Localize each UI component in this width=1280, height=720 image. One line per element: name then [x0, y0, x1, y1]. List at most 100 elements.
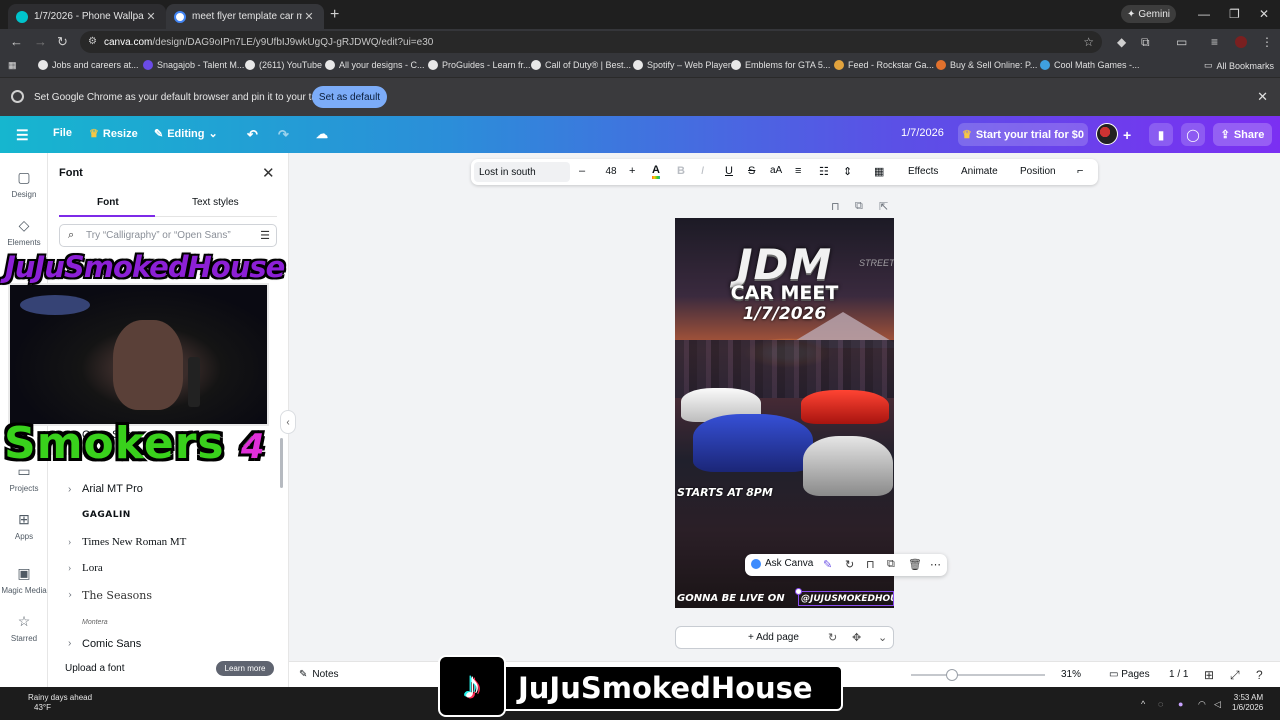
new-tab-icon[interactable]: +: [330, 6, 339, 24]
cloud-save-icon[interactable]: ☁: [316, 127, 328, 141]
ask-canva-button[interactable]: Ask Canva: [751, 558, 813, 569]
trash-icon[interactable]: 🗑: [908, 558, 922, 571]
share-button[interactable]: ⇪ Share: [1213, 123, 1272, 146]
upload-font-link[interactable]: Upload a font: [65, 663, 125, 674]
minimize-icon[interactable]: —: [1198, 7, 1210, 21]
bookmark-item[interactable]: Snagajob - Talent M...: [143, 60, 244, 70]
chevron-down-icon[interactable]: ⌄: [878, 631, 887, 644]
file-menu[interactable]: File: [53, 127, 72, 139]
filter-icon[interactable]: ☰: [260, 229, 270, 242]
close-infobar-icon[interactable]: ✕: [1257, 89, 1268, 105]
refresh-page-icon[interactable]: ↻: [828, 631, 837, 644]
increase-size-icon[interactable]: +: [629, 165, 635, 177]
font-item[interactable]: › Times New Roman MT: [68, 532, 186, 552]
panel-scrollbar[interactable]: [279, 253, 284, 648]
address-bar[interactable]: ⚙ canva.com/design/DAG9oIPn7LE/y9UfbIJ9w…: [80, 31, 1102, 53]
cast-icon[interactable]: ▭: [1176, 35, 1187, 49]
poster-subtitle[interactable]: CAR MEET: [675, 282, 894, 304]
back-icon[interactable]: ←: [10, 34, 23, 49]
tab-font[interactable]: Font: [97, 197, 119, 208]
start-trial-button[interactable]: ♛ Start your trial for $0: [958, 123, 1088, 146]
lock-page-icon[interactable]: ⊓: [831, 200, 840, 213]
zoom-slider[interactable]: [911, 674, 1045, 676]
font-size-input[interactable]: 48: [601, 166, 621, 177]
rail-apps[interactable]: ⊞ Apps: [0, 511, 48, 541]
magic-edit-icon[interactable]: ✎: [823, 558, 832, 571]
rail-design[interactable]: ▢ Design: [0, 169, 48, 199]
notes-button[interactable]: ✎ Notes: [299, 669, 339, 680]
network-icon[interactable]: ◌: [1158, 699, 1163, 709]
bookmark-item[interactable]: All your designs - C...: [325, 60, 425, 70]
all-bookmarks[interactable]: ▭ All Bookmarks: [1204, 60, 1274, 71]
text-color-icon[interactable]: A: [652, 165, 660, 179]
transparency-icon[interactable]: ▦: [874, 165, 884, 178]
zoom-level[interactable]: 31%: [1061, 669, 1081, 680]
font-family-dropdown[interactable]: Lost in south: [474, 162, 570, 182]
insights-chart-icon[interactable]: ▮: [1149, 123, 1173, 146]
gemini-button[interactable]: ✦ Gemini: [1121, 5, 1176, 23]
document-title[interactable]: 1/7/2026: [901, 127, 944, 139]
bookmark-item[interactable]: Feed - Rockstar Ga...: [834, 60, 934, 70]
effects-button[interactable]: Effects: [908, 166, 938, 177]
font-item[interactable]: › Comic Sans: [68, 638, 141, 650]
poster-start-time[interactable]: STARTS AT 8PM: [677, 486, 773, 499]
bookmark-item[interactable]: Buy & Sell Online: P...: [936, 60, 1037, 70]
font-item[interactable]: › The Seasons: [68, 585, 152, 605]
lock-icon[interactable]: ⊓: [866, 558, 875, 571]
rail-starred[interactable]: ☆ Starred: [0, 613, 48, 643]
bookmark-item[interactable]: Cool Math Games -...: [1040, 60, 1140, 70]
animate-button[interactable]: Animate: [961, 166, 998, 177]
close-panel-icon[interactable]: ✕: [262, 164, 275, 182]
spacing-icon[interactable]: ⇕: [843, 165, 852, 178]
scrollbar-thumb[interactable]: [280, 438, 283, 488]
bold-icon[interactable]: B: [677, 165, 685, 177]
rail-magic-media[interactable]: ▣ Magic Media: [0, 565, 48, 595]
redo-icon[interactable]: ↷: [278, 127, 289, 143]
user-avatar[interactable]: [1096, 123, 1118, 145]
comments-icon[interactable]: ◯: [1181, 123, 1205, 146]
font-item[interactable]: Montera: [68, 612, 108, 632]
close-tab-icon[interactable]: ✕: [144, 10, 158, 23]
resize-button[interactable]: ♛ Resize: [89, 127, 138, 141]
font-item[interactable]: › Arial MT Pro: [68, 479, 143, 499]
poster-live-text[interactable]: GONNA BE LIVE ON: [677, 593, 785, 604]
font-item[interactable]: GAGALIN: [68, 505, 131, 525]
design-canvas[interactable]: JDM STREET CAR MEET 1/7/2026 STARTS AT 8…: [675, 218, 894, 608]
italic-icon[interactable]: I: [701, 165, 704, 177]
selection-handle[interactable]: [795, 588, 802, 595]
close-window-icon[interactable]: ✕: [1259, 7, 1269, 21]
extension-diamond-icon[interactable]: ◆: [1117, 35, 1126, 49]
reload-icon[interactable]: ↻: [57, 34, 68, 50]
media-icon[interactable]: ≡: [1211, 35, 1218, 49]
position-button[interactable]: Position: [1020, 166, 1056, 177]
fullscreen-icon[interactable]: ⤢: [1230, 668, 1240, 683]
bookmark-item[interactable]: (2611) YouTube: [245, 60, 322, 70]
font-search-input[interactable]: ⌕ Try “Calligraphy” or “Open Sans” ☰: [59, 224, 277, 247]
system-clock[interactable]: 3:53 AM 1/6/2026: [1232, 693, 1263, 713]
set-default-button[interactable]: Set as default: [312, 86, 387, 108]
duplicate-icon[interactable]: ⧉: [887, 558, 895, 571]
grid-view-icon[interactable]: ⊞: [1204, 668, 1214, 682]
decrease-size-icon[interactable]: –: [579, 165, 585, 177]
add-page-icon[interactable]: ⇱: [879, 200, 888, 213]
add-page-button[interactable]: + Add page: [748, 632, 799, 643]
duplicate-page-icon[interactable]: ⧉: [855, 200, 863, 213]
list-icon[interactable]: ☷: [819, 165, 829, 178]
rail-elements[interactable]: ◇ Elements: [0, 217, 48, 247]
tab-text-styles[interactable]: Text styles: [192, 197, 239, 208]
collapse-panel-button[interactable]: ‹: [280, 410, 296, 434]
browser-tab[interactable]: meet flyer template car meet p ✕: [166, 4, 324, 29]
undo-icon[interactable]: ↶: [247, 127, 258, 143]
site-info-icon[interactable]: ⚙: [88, 36, 97, 47]
bookmark-item[interactable]: ProGuides - Learn fr...: [428, 60, 531, 70]
chrome-menu-icon[interactable]: ⋮: [1261, 35, 1273, 49]
bookmark-item[interactable]: Emblems for GTA 5...: [731, 60, 830, 70]
forward-icon[interactable]: →: [34, 34, 47, 49]
letter-case-icon[interactable]: aA: [770, 165, 782, 176]
pages-button[interactable]: ▭ Pages: [1109, 669, 1150, 680]
mic-icon[interactable]: ●: [1178, 699, 1183, 709]
bookmark-item[interactable]: Jobs and careers at...: [38, 60, 139, 70]
underline-icon[interactable]: U: [725, 165, 733, 177]
close-tab-icon[interactable]: ✕: [302, 10, 316, 23]
weather-widget[interactable]: Rainy days ahead 43°F: [10, 693, 92, 713]
